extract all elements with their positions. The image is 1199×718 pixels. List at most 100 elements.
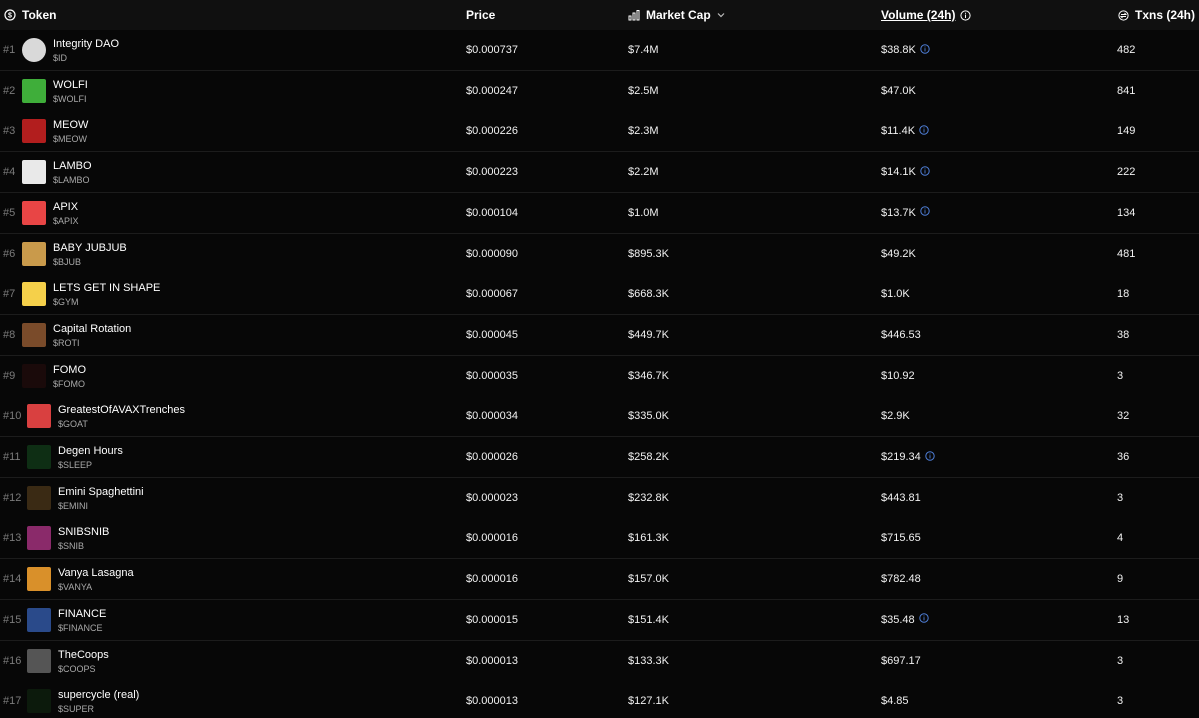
price-cell: $0.000247 — [466, 84, 518, 97]
volume-cell: $697.17 — [881, 641, 921, 681]
volume-value: $1.0K — [881, 288, 910, 301]
token-logo — [22, 38, 46, 62]
market-cap-cell: $1.0M — [628, 206, 659, 219]
table-row[interactable]: #11 Degen Hours $SLEEP $0.000026 $258.2K… — [0, 437, 1199, 478]
price-cell: $0.000104 — [466, 206, 518, 219]
txns-cell: 18 — [1117, 288, 1130, 301]
table-row[interactable]: #5 APIX $APIX $0.000104 $1.0M $13.7K 134 — [0, 192, 1199, 234]
table-row[interactable]: #8 Capital Rotation $ROTI $0.000045 $449… — [0, 314, 1199, 356]
token-logo — [27, 404, 51, 429]
token-name: Vanya Lasagna — [58, 567, 134, 580]
info-icon[interactable] — [920, 165, 930, 179]
txns-cell: 13 — [1117, 613, 1130, 626]
token-name: TheCoops — [58, 648, 109, 661]
txns-cell: 3 — [1117, 491, 1124, 504]
table-row[interactable]: #2 WOLFI $WOLFI $0.000247 $2.5M $47.0K 8… — [0, 70, 1199, 112]
info-icon[interactable] — [925, 450, 935, 464]
info-icon[interactable] — [918, 613, 929, 626]
rank-label: #7 — [3, 288, 16, 301]
table-row[interactable]: #1 Integrity DAO $ID $0.000737 $7.4M $38… — [0, 30, 1199, 71]
rank-label: #11 — [3, 451, 21, 463]
volume-value: $35.48 — [881, 613, 915, 626]
rank-label: #6 — [3, 247, 16, 260]
volume-cell: $219.34 — [881, 437, 935, 477]
volume-value: $10.92 — [881, 369, 915, 382]
table-row[interactable]: #4 LAMBO $LAMBO $0.000223 $2.2M $14.1K 2… — [0, 152, 1199, 194]
rank-label: #14 — [3, 573, 22, 586]
volume-value: $49.2K — [881, 247, 916, 260]
info-icon[interactable] — [920, 206, 930, 219]
rank-label: #16 — [3, 654, 22, 667]
rank-label: #15 — [3, 613, 22, 626]
table-row[interactable]: #14 Vanya Lasagna $VANYA $0.000016 $157.… — [0, 559, 1199, 601]
info-icon[interactable] — [920, 43, 930, 57]
header-market-cap[interactable]: Market Cap — [628, 0, 725, 30]
market-cap-cell: $895.3K — [628, 247, 669, 260]
price-cell: $0.000015 — [466, 613, 518, 626]
token-symbol: $SLEEP — [58, 460, 93, 470]
token-symbol: $WOLFI — [53, 93, 87, 104]
token-symbol: $EMINI — [58, 500, 89, 511]
token-symbol: $FINANCE — [58, 622, 103, 633]
token-logo — [27, 485, 51, 510]
volume-value: $13.7K — [881, 206, 916, 219]
price-cell: $0.000016 — [466, 573, 518, 586]
token-logo — [22, 119, 46, 144]
table-row[interactable]: #16 TheCoops $COOPS $0.000013 $133.3K $6… — [0, 640, 1199, 682]
token-logo — [27, 567, 51, 592]
header-txns[interactable]: Txns (24h) — [1118, 0, 1195, 30]
volume-value: $4.85 — [881, 695, 909, 708]
token-logo — [27, 689, 51, 714]
txns-cell: 38 — [1117, 328, 1130, 341]
rank-label: #3 — [3, 125, 16, 138]
info-icon[interactable] — [960, 9, 972, 21]
price-cell: $0.000223 — [466, 166, 518, 179]
header-volume[interactable]: Volume (24h) — [881, 0, 972, 30]
header-token[interactable]: $ Token — [4, 0, 56, 30]
header-txns-label: Txns (24h) — [1135, 8, 1196, 22]
price-cell: $0.000013 — [466, 654, 518, 667]
token-symbol: $ID — [53, 53, 68, 63]
volume-cell: $47.0K — [881, 71, 916, 111]
header-price[interactable]: Price — [466, 0, 495, 30]
token-logo — [22, 160, 46, 185]
token-symbol: $SUPER — [58, 704, 95, 715]
token-logo — [22, 78, 46, 103]
market-cap-cell: $151.4K — [628, 613, 669, 626]
table-row[interactable]: #9 FOMO $FOMO $0.000035 $346.7K $10.92 3 — [0, 355, 1199, 397]
market-cap-cell: $232.8K — [628, 491, 669, 504]
price-cell: $0.000013 — [466, 695, 518, 708]
rank-label: #12 — [3, 491, 22, 504]
price-cell: $0.000737 — [466, 44, 518, 56]
txns-cell: 481 — [1117, 247, 1136, 260]
volume-cell: $10.92 — [881, 356, 915, 396]
table-row[interactable]: #17 supercycle (real) $SUPER $0.000013 $… — [0, 681, 1199, 718]
table-row[interactable]: #7 LETS GET IN SHAPE $GYM $0.000067 $668… — [0, 274, 1199, 316]
token-name: MEOW — [53, 119, 89, 132]
volume-value: $38.8K — [881, 44, 916, 56]
token-logo — [22, 363, 46, 388]
info-icon[interactable] — [919, 125, 929, 138]
volume-cell: $446.53 — [881, 315, 921, 355]
token-name: supercycle (real) — [58, 689, 140, 702]
rank-label: #5 — [3, 206, 16, 219]
table-row[interactable]: #3 MEOW $MEOW $0.000226 $2.3M $11.4K 149 — [0, 111, 1199, 153]
market-cap-cell: $157.0K — [628, 573, 669, 586]
table-row[interactable]: #6 BABY JUBJUB $BJUB $0.000090 $895.3K $… — [0, 233, 1199, 275]
txns-cell: 841 — [1117, 84, 1136, 97]
price-cell: $0.000023 — [466, 491, 518, 504]
txns-cell: 32 — [1117, 410, 1130, 423]
token-symbol: $COOPS — [58, 663, 96, 674]
swap-icon — [1118, 9, 1129, 21]
token-name: Capital Rotation — [53, 322, 132, 335]
table-row[interactable]: #15 FINANCE $FINANCE $0.000015 $151.4K $… — [0, 599, 1199, 641]
table-row[interactable]: #10 GreatestOfAVAXTrenches $GOAT $0.0000… — [0, 396, 1199, 438]
txns-cell: 3 — [1117, 695, 1124, 708]
token-symbol: $LAMBO — [53, 175, 90, 186]
txns-cell: 3 — [1117, 654, 1124, 667]
table-row[interactable]: #13 SNIBSNIB $SNIB $0.000016 $161.3K $71… — [0, 518, 1199, 560]
txns-cell: 3 — [1117, 369, 1124, 382]
volume-value: $715.65 — [881, 532, 921, 545]
table-row[interactable]: #12 Emini Spaghettini $EMINI $0.000023 $… — [0, 477, 1199, 519]
market-cap-cell: $258.2K — [628, 451, 669, 463]
